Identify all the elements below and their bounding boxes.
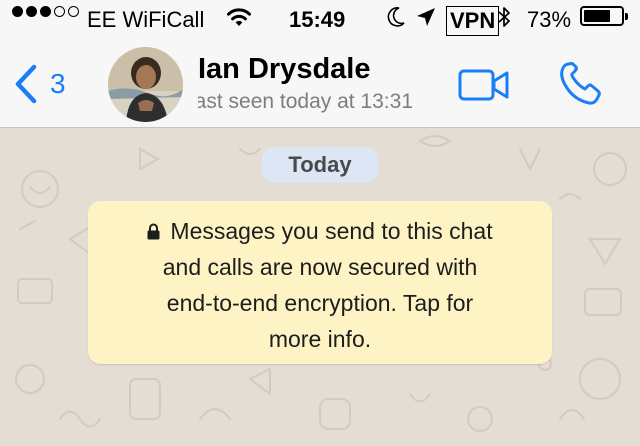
encryption-notice-line: more info. <box>268 326 372 352</box>
battery-level <box>584 10 611 22</box>
contact-info[interactable]: Ian Drysdale last seen today at 13:31 <box>198 52 438 118</box>
signal-dot <box>26 6 37 17</box>
bluetooth-icon <box>497 6 511 35</box>
video-camera-icon <box>458 69 509 101</box>
location-arrow-icon <box>416 6 436 34</box>
video-call-button[interactable] <box>458 68 510 107</box>
contact-name: Ian Drysdale <box>198 53 371 85</box>
signal-strength-icon <box>12 6 79 17</box>
contact-avatar[interactable] <box>108 47 183 122</box>
vpn-badge: VPN <box>446 6 500 36</box>
date-separator: Today <box>262 147 378 183</box>
moon-icon <box>386 6 406 35</box>
signal-dot <box>68 6 79 17</box>
signal-dot <box>12 6 23 17</box>
phone-icon <box>560 62 601 105</box>
unread-chats-count: 3 <box>50 68 66 99</box>
signal-dot <box>40 6 51 17</box>
lock-icon <box>147 223 160 240</box>
encryption-notice-line: end-to-end encryption. Tap for <box>166 290 474 316</box>
back-button[interactable]: 3 <box>14 62 84 106</box>
carrier-name: EE WiFiCall <box>87 7 205 32</box>
last-seen-status: last seen today at 13:31 <box>198 90 413 113</box>
status-time: 15:49 <box>289 7 346 32</box>
status-bar: EE WiFiCall 15:49 VPN 73% <box>0 0 640 40</box>
encryption-notice-line: and calls are now secured with <box>162 254 478 280</box>
encryption-notice-line: Messages you send to this chat <box>88 213 552 249</box>
signal-dot <box>54 6 65 17</box>
back-chevron-icon <box>15 64 37 104</box>
encryption-notice-text: Messages you send to this chat <box>170 218 493 244</box>
wifi-icon <box>226 6 252 35</box>
battery-icon <box>580 6 628 26</box>
battery-percent: 73% <box>527 7 572 32</box>
voice-call-button[interactable] <box>557 60 603 111</box>
chat-area[interactable]: Today Messages you send to this chat and… <box>0 129 640 446</box>
encryption-notice[interactable]: Messages you send to this chat and calls… <box>88 201 552 364</box>
chat-header: 3 Ian Drysdale last seen today at 13:31 <box>0 40 640 128</box>
